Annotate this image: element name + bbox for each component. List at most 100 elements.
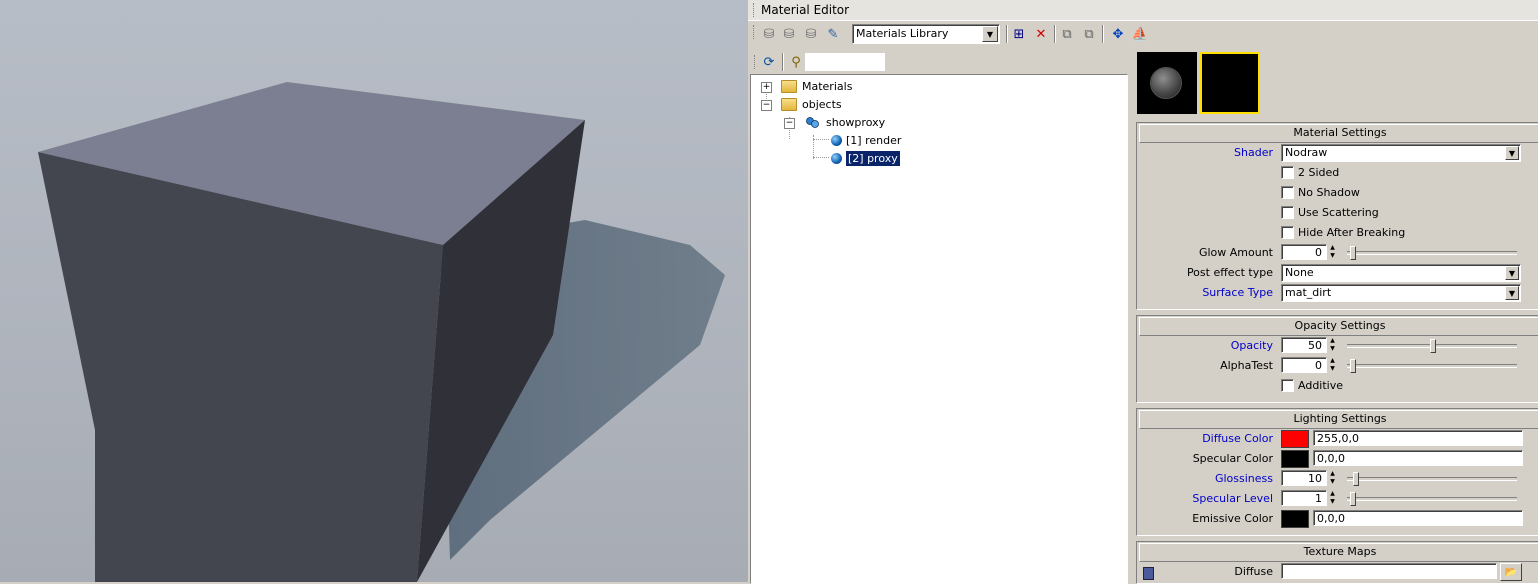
tree-item-objects[interactable]: objects — [781, 95, 842, 113]
tree-item-materials[interactable]: Materials — [781, 77, 852, 95]
preview-icon[interactable]: ⛵ — [1131, 25, 1149, 43]
material-tree[interactable]: + Materials − objects − showproxy [1] re… — [750, 74, 1128, 584]
library-combo-value: Materials Library — [856, 27, 949, 40]
search-icon[interactable]: ⚲ — [787, 53, 805, 71]
chevron-down-icon[interactable]: ▼ — [1505, 266, 1519, 280]
glow-amount-input[interactable]: 0 — [1281, 244, 1327, 260]
material-properties-pane: Material Settings Shader Nodraw ▼ 2 Side… — [1133, 48, 1538, 584]
toolbar-grip[interactable] — [753, 25, 756, 39]
folder-icon — [781, 97, 797, 111]
no-shadow-checkbox[interactable] — [1281, 186, 1294, 199]
get-material-icon[interactable]: ⛁ — [760, 25, 778, 43]
preview-strip — [1137, 50, 1265, 116]
alphatest-input[interactable]: 0 — [1281, 357, 1327, 373]
add-material-icon[interactable]: ⊞ — [1010, 25, 1028, 43]
use-scattering-checkbox[interactable] — [1281, 206, 1294, 219]
emissive-color-swatch[interactable] — [1281, 510, 1309, 528]
spinner-arrows-icon[interactable]: ▲ ▼ — [1328, 357, 1337, 373]
spinner-arrows-icon[interactable]: ▲ ▼ — [1328, 470, 1337, 486]
diffuse-color-field[interactable]: 255,0,0 — [1313, 430, 1523, 446]
diffuse-texture-field[interactable] — [1281, 563, 1497, 579]
surface-type-select[interactable]: mat_dirt ▼ — [1281, 284, 1521, 302]
pick-material-icon[interactable]: ✎ — [824, 25, 842, 43]
opacity-slider[interactable] — [1347, 337, 1517, 353]
specular-level-label: Specular Level — [1192, 492, 1273, 505]
slider-knob[interactable] — [1350, 359, 1356, 373]
lighting-settings-header[interactable]: Lighting Settings — [1139, 410, 1538, 429]
spinner-arrows-icon[interactable]: ▲ ▼ — [1328, 490, 1337, 506]
editor-title: Material Editor — [761, 3, 850, 17]
post-effect-value: None — [1285, 266, 1314, 279]
tree-item-label: [1] render — [846, 133, 902, 147]
copy-icon[interactable]: ⧉ — [1058, 25, 1076, 43]
tree-item-render[interactable]: [1] render — [831, 131, 901, 149]
texture-maps-header[interactable]: Texture Maps — [1139, 543, 1538, 562]
diffuse-color-swatch[interactable] — [1281, 430, 1309, 448]
specular-color-field[interactable]: 0,0,0 — [1313, 450, 1523, 466]
collapse-icon[interactable]: − — [761, 100, 772, 111]
glossiness-input[interactable]: 10 — [1281, 470, 1327, 486]
spinner-arrows-icon[interactable]: ▲ ▼ — [1328, 337, 1337, 353]
tree-item-label: Materials — [802, 79, 853, 93]
specular-level-slider[interactable] — [1347, 490, 1517, 506]
specular-color-swatch[interactable] — [1281, 450, 1309, 468]
tree-item-label-selected: [2] proxy — [845, 149, 901, 167]
paste-icon[interactable]: ⧉ — [1080, 25, 1098, 43]
glow-amount-label: Glow Amount — [1198, 246, 1273, 259]
assign-material-icon[interactable]: ⛁ — [780, 25, 798, 43]
material-preview-thumbnail-selected[interactable] — [1200, 52, 1260, 114]
open-folder-icon[interactable]: 📂 — [1500, 563, 1522, 581]
grip-handle[interactable] — [753, 3, 756, 17]
tree-toolbar-separator — [782, 53, 784, 71]
reset-material-icon[interactable]: ⛁ — [802, 25, 820, 43]
select-assigned-icon[interactable]: ✥ — [1109, 25, 1127, 43]
no-shadow-label: No Shadow — [1298, 186, 1360, 199]
cube-render — [38, 82, 725, 582]
collapse-icon[interactable]: − — [784, 118, 795, 129]
expand-icon[interactable]: + — [761, 82, 772, 93]
shader-select[interactable]: Nodraw ▼ — [1281, 144, 1521, 162]
opacity-label: Opacity — [1230, 339, 1273, 352]
slider-knob[interactable] — [1350, 246, 1356, 260]
specular-level-input[interactable]: 1 — [1281, 490, 1327, 506]
tree-item-showproxy[interactable]: showproxy — [805, 113, 885, 131]
shader-select-value: Nodraw — [1285, 146, 1328, 159]
slider-knob[interactable] — [1353, 472, 1359, 486]
toolbar-separator — [1054, 25, 1056, 43]
multi-material-icon — [806, 116, 819, 128]
post-effect-select[interactable]: None ▼ — [1281, 264, 1521, 282]
hide-after-breaking-checkbox[interactable] — [1281, 226, 1294, 239]
material-tree-pane: ⟳ ⚲ + Materials − objects − showproxy [1… — [750, 50, 1128, 584]
tree-item-label: showproxy — [826, 115, 886, 129]
two-sided-checkbox[interactable] — [1281, 166, 1294, 179]
slider-knob[interactable] — [1430, 339, 1437, 353]
hide-after-breaking-label: Hide After Breaking — [1298, 226, 1406, 239]
spinner-arrows-icon[interactable]: ▲ ▼ — [1328, 244, 1337, 260]
material-preview-thumbnail[interactable] — [1137, 52, 1197, 114]
refresh-icon[interactable]: ⟳ — [760, 53, 778, 71]
additive-checkbox[interactable] — [1281, 379, 1294, 392]
emissive-color-label: Emissive Color — [1192, 512, 1273, 525]
surface-type-value: mat_dirt — [1285, 286, 1332, 299]
toolbar-separator — [1102, 25, 1104, 43]
alphatest-slider[interactable] — [1347, 357, 1517, 373]
chevron-down-icon[interactable]: ▼ — [982, 26, 998, 42]
diffuse-texture-label: Diffuse — [1234, 565, 1273, 578]
delete-icon[interactable]: ✕ — [1032, 25, 1050, 43]
opacity-settings-header[interactable]: Opacity Settings — [1139, 317, 1538, 336]
glow-amount-slider[interactable] — [1347, 244, 1517, 260]
two-sided-label: 2 Sided — [1298, 166, 1340, 179]
tree-line — [813, 157, 829, 158]
glossiness-slider[interactable] — [1347, 470, 1517, 486]
chevron-down-icon[interactable]: ▼ — [1505, 146, 1519, 160]
library-combo[interactable]: Materials Library ▼ — [852, 24, 1000, 44]
tree-item-proxy[interactable]: [2] proxy — [831, 149, 901, 167]
emissive-color-field[interactable]: 0,0,0 — [1313, 510, 1523, 526]
slider-knob[interactable] — [1350, 492, 1356, 506]
chevron-down-icon[interactable]: ▼ — [1505, 286, 1519, 300]
opacity-input[interactable]: 50 — [1281, 337, 1327, 353]
material-settings-header[interactable]: Material Settings — [1139, 124, 1538, 143]
tree-toolbar-grip[interactable] — [754, 55, 757, 69]
3d-viewport[interactable] — [0, 0, 748, 582]
search-input[interactable] — [805, 53, 885, 71]
